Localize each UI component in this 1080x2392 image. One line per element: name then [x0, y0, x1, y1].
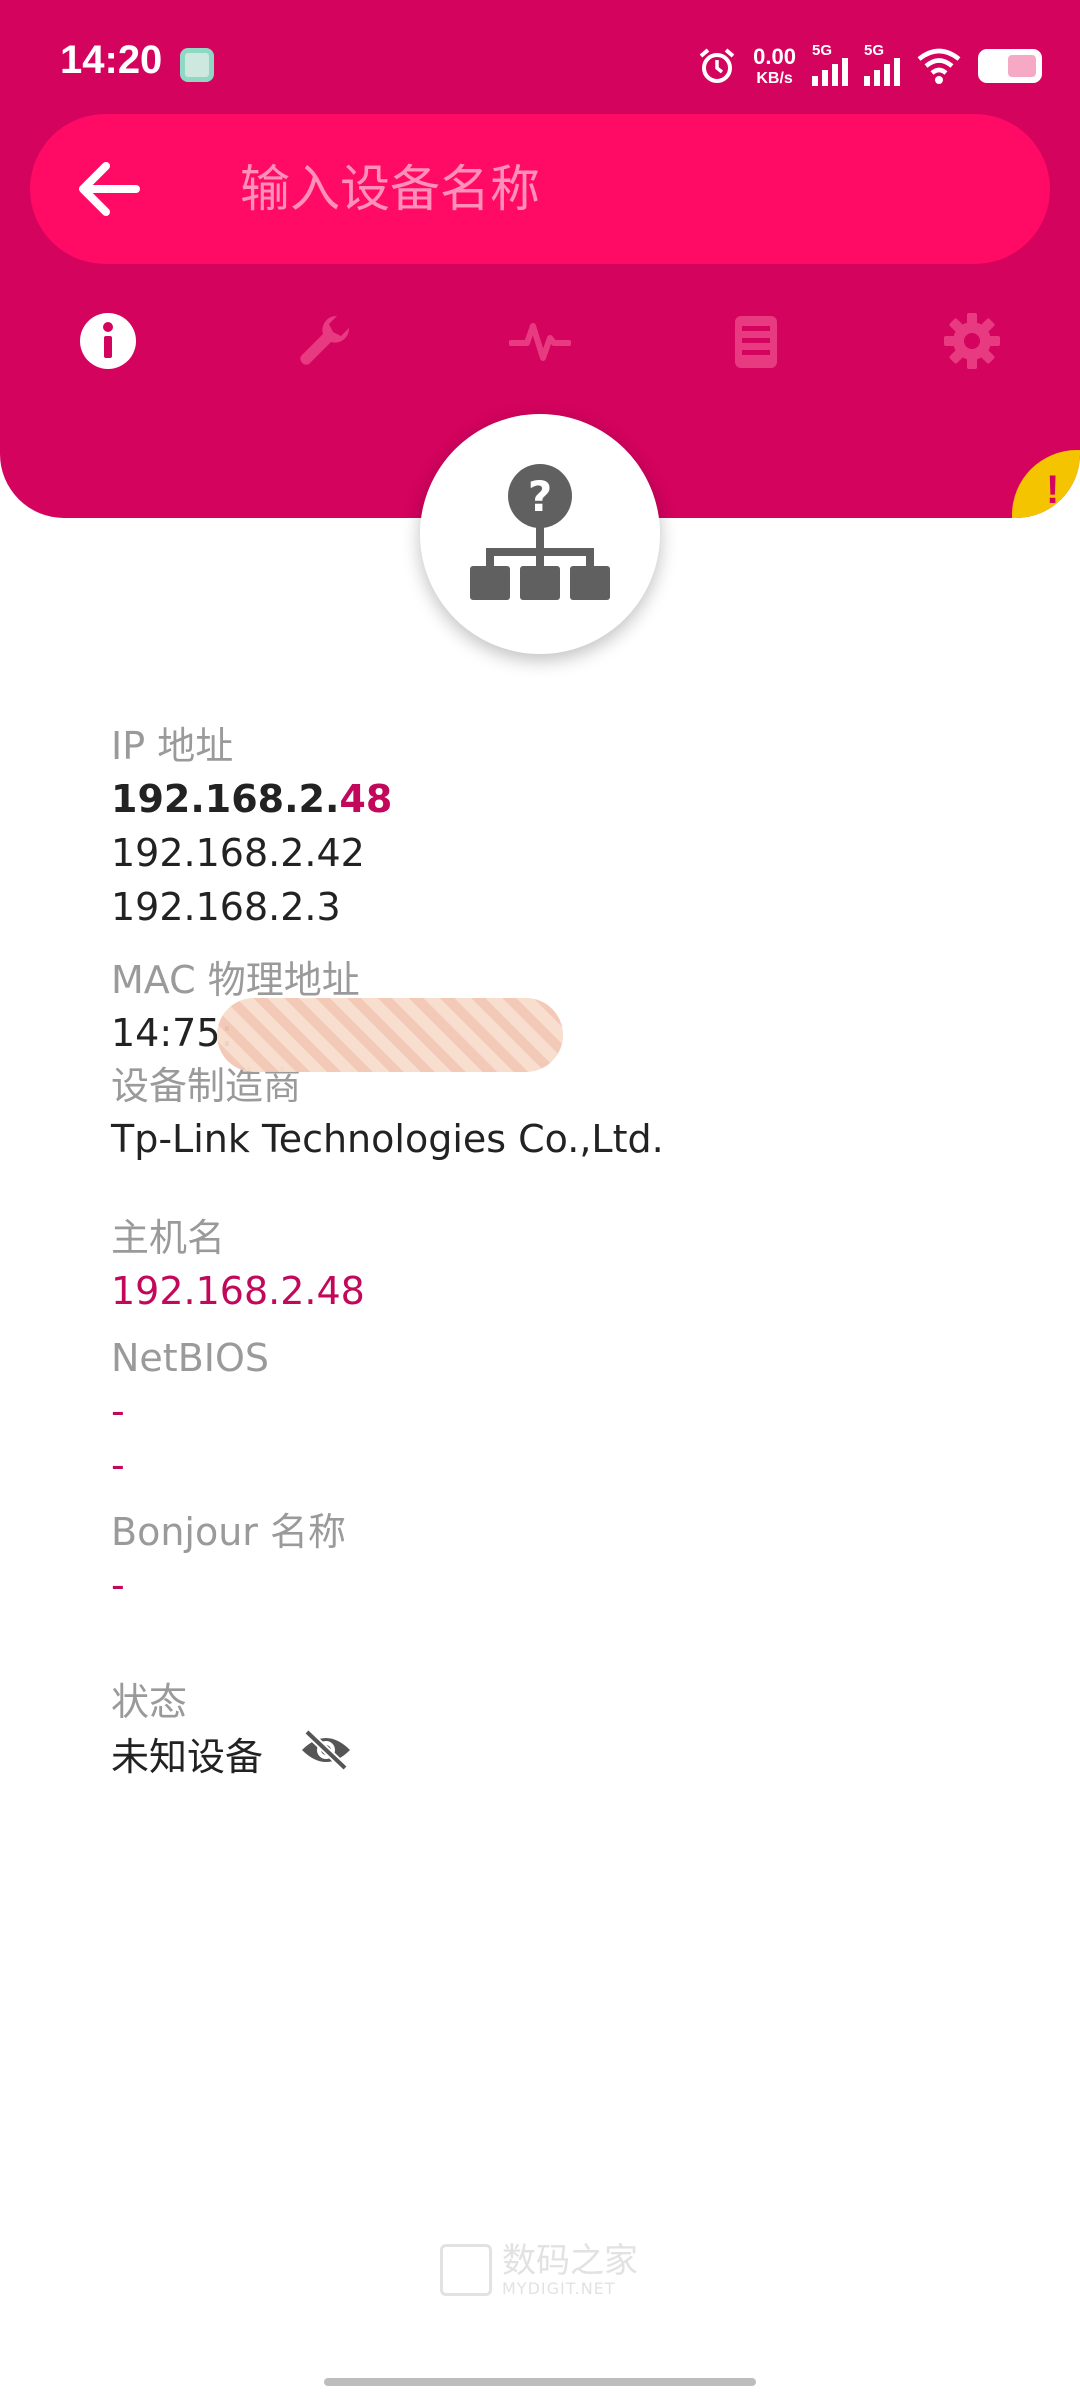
svg-text:?: ?: [528, 472, 552, 521]
hostname-value[interactable]: 192.168.2.48: [111, 1264, 1011, 1318]
mac-value: 14:75:: [111, 1011, 234, 1055]
unknown-network-device-icon: ?: [470, 464, 610, 600]
tab-log[interactable]: [696, 286, 816, 396]
wrench-icon: [300, 315, 350, 365]
warning-icon: !: [1046, 468, 1060, 512]
tab-tools[interactable]: [264, 286, 384, 396]
ip-primary-suffix: 48: [339, 777, 393, 821]
mac-value-row[interactable]: 14:75:: [111, 998, 1011, 1072]
netbios-value-1: -: [111, 1389, 125, 1433]
battery-icon: [978, 49, 1042, 83]
device-name-input[interactable]: [240, 144, 1000, 234]
state-row: 未知设备: [111, 1728, 1011, 1786]
tab-bar: [0, 286, 1080, 396]
search-bar: [30, 114, 1050, 264]
state-value: 未知设备: [111, 1735, 264, 1779]
tab-monitor[interactable]: [480, 286, 600, 396]
warning-badge[interactable]: !: [1012, 450, 1080, 518]
visibility-toggle[interactable]: [299, 1728, 353, 1786]
list-icon: [735, 316, 777, 368]
ip-primary[interactable]: 192.168.2.48: [111, 772, 1011, 826]
tab-info[interactable]: [48, 286, 168, 396]
status-time: 14:20: [60, 38, 163, 82]
pulse-icon: [509, 323, 571, 361]
alarm-icon: [699, 48, 735, 83]
device-details: IP 地址 192.168.2.48 192.168.2.42 192.168.…: [111, 720, 1011, 1786]
sim2-network-label: 5G: [864, 42, 885, 59]
netbios-label: NetBIOS: [111, 1336, 270, 1380]
bonjour-label: Bonjour 名称: [111, 1510, 346, 1554]
network-speed-value: 0.00: [753, 43, 796, 69]
status-icons: 0.00 KB/s 5G 5G: [697, 36, 1042, 96]
back-button[interactable]: [70, 154, 150, 224]
arrow-left-icon: [79, 162, 140, 216]
ip-primary-prefix: 192.168.2.: [111, 777, 340, 821]
sim1-network-label: 5G: [812, 42, 833, 59]
ip-label: IP 地址: [111, 724, 234, 768]
ip-secondary[interactable]: 192.168.2.42: [111, 826, 1011, 880]
signal-sim2-icon: 5G: [864, 42, 900, 86]
network-speed: 0.00 KB/s: [753, 43, 796, 87]
network-speed-unit: KB/s: [756, 69, 793, 87]
bonjour-value: -: [111, 1563, 125, 1607]
state-label: 状态: [111, 1680, 188, 1724]
watermark-title: 数码之家: [502, 2240, 638, 2281]
device-avatar: ?: [420, 414, 660, 654]
hostname-label: 主机名: [111, 1216, 226, 1260]
info-icon: [80, 313, 136, 369]
tab-settings[interactable]: [912, 286, 1032, 396]
eye-off-icon: [302, 1729, 351, 1771]
watermark-subtitle: MYDIGIT.NET: [502, 2278, 616, 2298]
watermark: 数码之家 MYDIGIT.NET: [440, 2238, 640, 2302]
privacy-sticker: [217, 998, 563, 1072]
ip-tertiary[interactable]: 192.168.2.3: [111, 880, 1011, 934]
warning-badge-bg: !: [1012, 450, 1080, 518]
watermark-logo-icon: [440, 2244, 492, 2296]
wifi-icon: [917, 48, 961, 84]
home-indicator[interactable]: [324, 2378, 756, 2386]
vendor-value[interactable]: Tp-Link Technologies Co.,Ltd.: [111, 1112, 1011, 1166]
netbios-value-2: -: [111, 1443, 125, 1487]
status-bar: 14:20 0.00 KB/s 5G 5G: [0, 0, 1080, 120]
signal-sim1-icon: 5G: [812, 42, 848, 86]
gear-icon: [944, 313, 1000, 369]
notification-app-icon: [180, 48, 214, 82]
